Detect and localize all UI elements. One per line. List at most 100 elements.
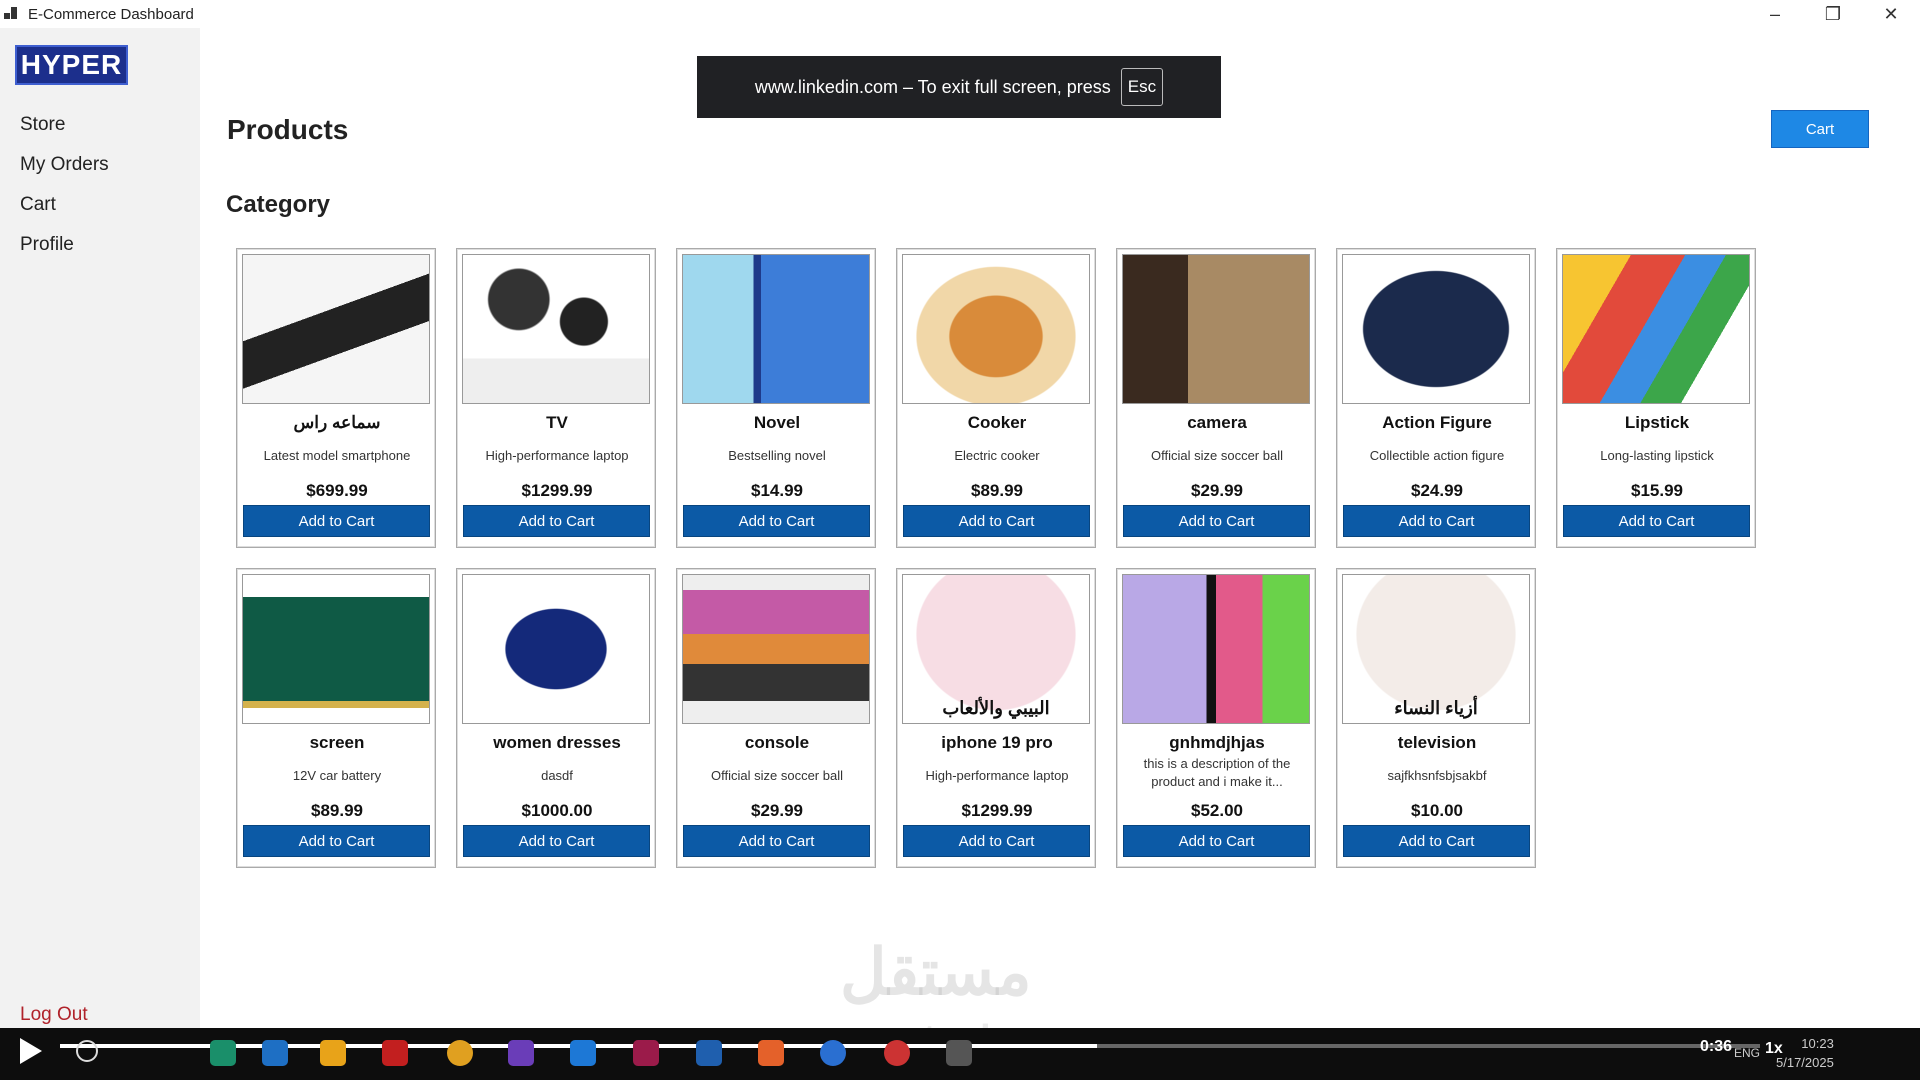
product-image-caption: أزياء النساء <box>1394 698 1478 718</box>
product-card: gnhmdjhjas this is a description of the p… <box>1116 568 1316 868</box>
office-icon[interactable] <box>758 1040 784 1066</box>
sidebar-item-my-orders[interactable]: My Orders <box>20 154 109 176</box>
product-image: البيبي والألعاب <box>902 574 1090 724</box>
sidebar: HYPER Store My Orders Cart Profile Log O… <box>0 28 200 1028</box>
system-clock: 10:23 5/17/2025 <box>1776 1034 1834 1072</box>
folder-icon[interactable] <box>320 1040 346 1066</box>
close-icon[interactable]: ✕ <box>1862 0 1920 28</box>
product-card: Action Figure Collectible action figure $2… <box>1336 248 1536 548</box>
product-card: Lipstick Long-lasting lipstick $15.99 Add t… <box>1556 248 1756 548</box>
product-name: Action Figure <box>1382 413 1492 432</box>
product-card: camera Official size soccer ball $29.99 Add… <box>1116 248 1316 548</box>
sidebar-item-cart[interactable]: Cart <box>20 194 56 216</box>
add-to-cart-button[interactable]: Add to Cart <box>1343 825 1530 857</box>
add-to-cart-button[interactable]: Add to Cart <box>683 825 870 857</box>
minimize-icon[interactable]: – <box>1746 0 1804 28</box>
product-description: Official size soccer ball <box>711 768 843 783</box>
product-name: TV <box>546 413 568 432</box>
product-price: $1000.00 <box>521 801 593 820</box>
product-image <box>462 254 650 404</box>
vscode-icon[interactable] <box>570 1040 596 1066</box>
product-image <box>902 254 1090 404</box>
add-to-cart-button[interactable]: Add to Cart <box>463 825 650 857</box>
product-name: camera <box>1187 413 1247 432</box>
product-image <box>682 574 870 724</box>
cart-button[interactable]: Cart <box>1771 110 1869 148</box>
product-card: البيبي والألعاب iphone 19 pro High-perform… <box>896 568 1096 868</box>
add-to-cart-button[interactable]: Add to Cart <box>243 505 430 537</box>
logo: HYPER <box>15 45 128 85</box>
product-image <box>462 574 650 724</box>
product-description: 12V car battery <box>292 768 382 783</box>
progress-bar[interactable] <box>60 1044 1760 1048</box>
product-image <box>682 254 870 404</box>
edge-icon[interactable] <box>210 1040 236 1066</box>
add-to-cart-button[interactable]: Add to Cart <box>1123 505 1310 537</box>
logout-link[interactable]: Log Out <box>20 1004 88 1026</box>
restore-icon[interactable]: ❐ <box>1804 0 1862 28</box>
window-titlebar: E-Commerce Dashboard – ❐ ✕ <box>0 0 1920 28</box>
product-price: $14.99 <box>751 481 803 500</box>
visual-studio-icon[interactable] <box>508 1040 534 1066</box>
product-card: سماعه راس Latest model smartphone $699.99 A… <box>236 248 436 548</box>
product-description: Electric cooker <box>954 448 1040 463</box>
app-icon-red[interactable] <box>382 1040 408 1066</box>
add-to-cart-button[interactable]: Add to Cart <box>243 825 430 857</box>
webstorm-icon[interactable] <box>696 1040 722 1066</box>
product-description: Official size soccer ball <box>1151 448 1283 463</box>
app-icon-circle[interactable] <box>884 1040 910 1066</box>
product-image <box>242 574 430 724</box>
product-price: $89.99 <box>311 801 363 820</box>
product-price: $1299.99 <box>521 481 593 500</box>
search-icon[interactable] <box>76 1040 98 1062</box>
rider-icon[interactable] <box>633 1040 659 1066</box>
product-description: High-performance laptop <box>485 448 629 463</box>
product-description: this is a description of the product and… <box>1143 756 1291 789</box>
add-to-cart-button[interactable]: Add to Cart <box>903 825 1090 857</box>
product-price: $29.99 <box>751 801 803 820</box>
product-image <box>1122 254 1310 404</box>
product-description: Collectible action figure <box>1369 448 1505 463</box>
add-to-cart-button[interactable]: Add to Cart <box>1343 505 1530 537</box>
product-description: Bestselling novel <box>728 448 826 463</box>
product-price: $10.00 <box>1411 801 1463 820</box>
add-to-cart-button[interactable]: Add to Cart <box>1563 505 1750 537</box>
product-card: TV High-performance laptop $1299.99 Add to … <box>456 248 656 548</box>
product-description: Long-lasting lipstick <box>1600 448 1714 463</box>
product-price: $52.00 <box>1191 801 1243 820</box>
product-name: iphone 19 pro <box>941 733 1053 752</box>
toast-text: www.linkedin.com – To exit full screen, … <box>754 76 1111 97</box>
product-price: $1299.99 <box>961 801 1033 820</box>
clock-date: 5/17/2025 <box>1776 1055 1834 1070</box>
product-image-caption: البيبي والألعاب <box>942 698 1050 718</box>
add-to-cart-button[interactable]: Add to Cart <box>903 505 1090 537</box>
main-content: Products Category Cart سماعه راس Latest m… <box>200 28 1920 1028</box>
product-image <box>1122 574 1310 724</box>
sidebar-item-store[interactable]: Store <box>20 114 65 136</box>
steam-icon[interactable] <box>820 1040 846 1066</box>
product-image <box>242 254 430 404</box>
add-to-cart-button[interactable]: Add to Cart <box>1123 825 1310 857</box>
product-name: television <box>1397 733 1477 752</box>
play-icon[interactable] <box>20 1038 42 1064</box>
product-name: gnhmdjhjas <box>1169 733 1265 752</box>
app-icon <box>4 7 20 21</box>
product-name: women dresses <box>493 733 621 752</box>
window-title: E-Commerce Dashboard <box>28 5 194 23</box>
product-image <box>1342 254 1530 404</box>
page-title: Products <box>227 114 349 145</box>
product-card: screen 12V car battery $89.99 Add to Cart <box>236 568 436 868</box>
language-indicator: ENG <box>1734 1046 1761 1060</box>
clock-time: 10:23 <box>1801 1036 1834 1051</box>
product-name: screen <box>309 733 365 752</box>
product-description: Latest model smartphone <box>263 448 411 463</box>
add-to-cart-button[interactable]: Add to Cart <box>463 505 650 537</box>
add-to-cart-button[interactable]: Add to Cart <box>683 505 870 537</box>
task-view-icon[interactable] <box>946 1040 972 1066</box>
sidebar-item-profile[interactable]: Profile <box>20 234 74 256</box>
product-card: أزياء النساء television sajfkhsnfsbjsakbf $… <box>1336 568 1536 868</box>
product-image <box>1562 254 1750 404</box>
chrome-icon[interactable] <box>447 1040 473 1066</box>
outlook-icon[interactable] <box>262 1040 288 1066</box>
product-card: Novel Bestselling novel $14.99 Add to Cart <box>676 248 876 548</box>
